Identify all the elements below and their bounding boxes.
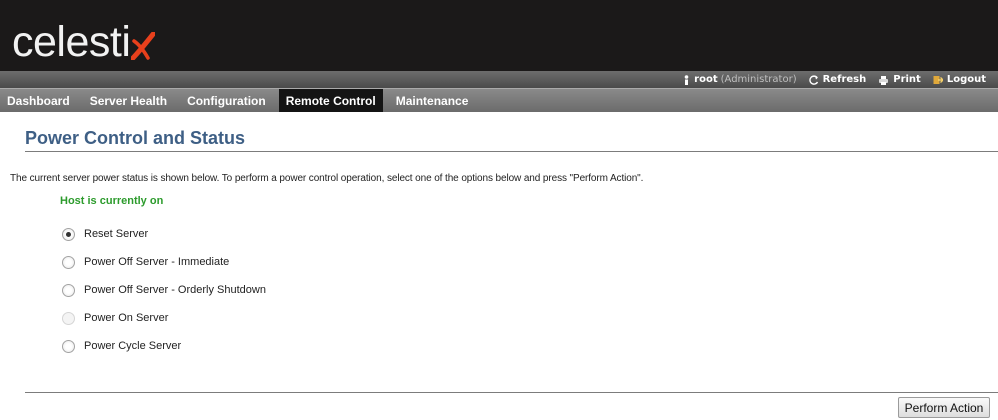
- radio-reset-server[interactable]: [62, 227, 75, 241]
- celestix-logo: celesti: [12, 14, 156, 66]
- option-power-on-server: Power On Server: [62, 304, 266, 332]
- option-label: Power On Server: [84, 312, 169, 324]
- utility-bar: root (Administrator) Refresh Print Logou…: [0, 71, 998, 88]
- tab-remote-control[interactable]: Remote Control: [278, 89, 383, 112]
- option-label: Power Off Server - Immediate: [84, 256, 230, 268]
- option-power-off-orderly[interactable]: Power Off Server - Orderly Shutdown: [62, 276, 266, 304]
- radio-power-cycle-server[interactable]: [62, 339, 75, 353]
- user-icon: [683, 74, 690, 85]
- option-reset-server[interactable]: Reset Server: [62, 220, 266, 248]
- title-divider: [25, 151, 998, 152]
- option-label: Reset Server: [84, 228, 149, 240]
- utility-links: root (Administrator) Refresh Print Logou…: [683, 71, 998, 88]
- option-label: Power Cycle Server: [84, 340, 182, 352]
- print-label: Print: [893, 74, 921, 85]
- logo-text: celesti: [12, 18, 131, 66]
- user-name: root: [694, 74, 718, 85]
- refresh-label: Refresh: [822, 74, 867, 85]
- page-description: The current server power status is shown…: [10, 173, 644, 184]
- option-label: Power Off Server - Orderly Shutdown: [84, 284, 266, 296]
- tab-configuration[interactable]: Configuration: [177, 89, 276, 112]
- print-icon: [878, 75, 889, 85]
- refresh-icon: [808, 74, 819, 85]
- app-header: celesti root (Administrator) Refresh Pri…: [0, 0, 998, 88]
- radio-power-off-immediate[interactable]: [62, 255, 75, 269]
- logout-icon: [933, 75, 943, 85]
- nav-tabs: Dashboard Server Health Configuration Re…: [0, 89, 998, 112]
- option-power-cycle-server[interactable]: Power Cycle Server: [62, 332, 266, 360]
- footer-divider: [25, 392, 998, 393]
- power-status-text: Host is currently on: [60, 195, 164, 207]
- option-power-off-immediate[interactable]: Power Off Server - Immediate: [62, 248, 266, 276]
- tab-dashboard[interactable]: Dashboard: [0, 89, 80, 112]
- tab-server-health[interactable]: Server Health: [80, 89, 177, 112]
- current-user: root (Administrator): [683, 74, 797, 85]
- refresh-link[interactable]: Refresh: [808, 74, 867, 85]
- main-nav: Dashboard Server Health Configuration Re…: [0, 88, 998, 112]
- user-role: (Administrator): [720, 74, 797, 85]
- tab-maintenance[interactable]: Maintenance: [386, 89, 479, 112]
- radio-power-on-server: [62, 311, 75, 325]
- page-title: Power Control and Status: [25, 128, 246, 148]
- print-link[interactable]: Print: [878, 74, 921, 85]
- radio-power-off-orderly[interactable]: [62, 283, 75, 297]
- perform-action-button[interactable]: Perform Action: [898, 397, 990, 418]
- logout-link[interactable]: Logout: [933, 74, 986, 85]
- power-options-group: Reset Server Power Off Server - Immediat…: [62, 220, 266, 360]
- logout-label: Logout: [946, 74, 986, 85]
- x-swoosh-logo-icon: [131, 32, 156, 60]
